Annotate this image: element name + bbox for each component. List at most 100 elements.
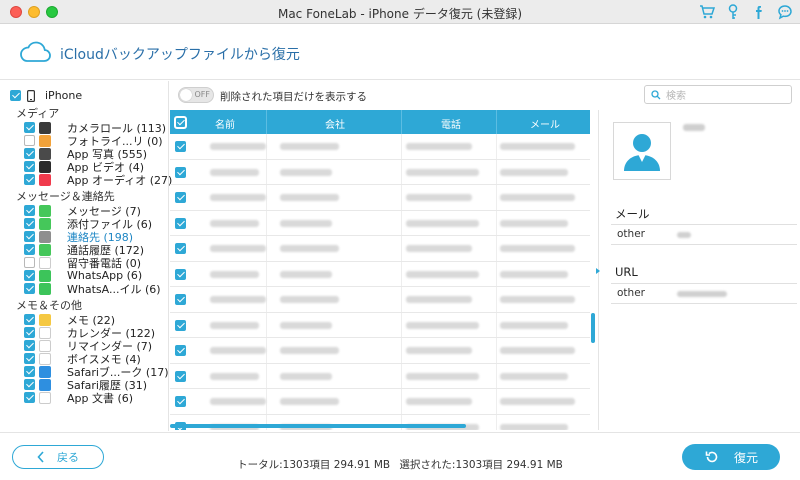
- table-row[interactable]: [170, 261, 590, 287]
- row-checkbox[interactable]: [175, 370, 186, 382]
- row-checkbox[interactable]: [175, 166, 186, 178]
- item-checkbox[interactable]: [24, 161, 35, 172]
- row-checkbox[interactable]: [175, 217, 186, 229]
- table-body: [170, 134, 590, 430]
- row-checkbox[interactable]: [175, 345, 186, 356]
- table-row[interactable]: [170, 363, 590, 389]
- column-divider: [401, 338, 402, 363]
- recover-button[interactable]: 復元: [682, 444, 780, 470]
- sidebar-item[interactable]: App オーディオ (27): [24, 173, 172, 187]
- item-checkbox[interactable]: [24, 327, 35, 338]
- row-checkbox[interactable]: [175, 192, 186, 203]
- column-divider: [496, 389, 497, 414]
- item-checkbox[interactable]: [24, 218, 35, 229]
- sidebar-item[interactable]: App 文書 (6): [24, 391, 133, 405]
- column-divider: [266, 159, 267, 184]
- item-checkbox[interactable]: [24, 340, 35, 351]
- redacted-cell: [210, 168, 259, 176]
- item-checkbox[interactable]: [24, 366, 35, 377]
- app-photo-icon: [39, 147, 51, 160]
- chat-icon[interactable]: [776, 3, 794, 21]
- item-checkbox[interactable]: [24, 205, 35, 216]
- url-type: other: [617, 287, 645, 299]
- column-divider: [496, 414, 497, 430]
- redacted-cell: [500, 347, 575, 354]
- app-doc-icon: [39, 391, 51, 404]
- column-company[interactable]: 会社: [310, 116, 360, 131]
- column-name[interactable]: 名前: [200, 116, 250, 131]
- search-input[interactable]: 検索: [644, 85, 792, 104]
- deleted-only-toggle[interactable]: OFF: [178, 87, 214, 103]
- category-title: メディア: [16, 107, 60, 120]
- cart-icon[interactable]: [698, 3, 716, 21]
- row-checkbox[interactable]: [175, 294, 186, 305]
- item-checkbox[interactable]: [24, 379, 35, 390]
- key-icon[interactable]: [724, 3, 742, 21]
- row-checkbox[interactable]: [175, 319, 186, 331]
- column-divider: [401, 185, 402, 210]
- column-divider: [266, 236, 267, 261]
- item-checkbox[interactable]: [24, 283, 35, 294]
- column-phone[interactable]: 電話: [426, 116, 476, 131]
- column-divider: [496, 287, 497, 312]
- table-row[interactable]: [170, 185, 590, 211]
- photos-icon: [39, 134, 51, 147]
- table-row[interactable]: [170, 159, 590, 185]
- item-checkbox[interactable]: [24, 135, 35, 146]
- page-header: iCloudバックアップファイルから復元: [0, 24, 800, 80]
- row-checkbox[interactable]: [175, 396, 186, 407]
- device-checkbox[interactable]: [10, 90, 21, 101]
- footer-stats: トータル:1303項目 294.91 MB 選択された:1303項目 294.9…: [0, 457, 800, 472]
- facebook-icon[interactable]: [750, 3, 768, 21]
- column-divider: [496, 159, 497, 184]
- column-mail[interactable]: メール: [520, 116, 570, 131]
- item-checkbox[interactable]: [24, 148, 35, 159]
- redacted-cell: [210, 347, 266, 354]
- column-divider: [401, 389, 402, 414]
- item-checkbox[interactable]: [24, 174, 35, 185]
- item-checkbox[interactable]: [24, 231, 35, 242]
- voicemail-icon: [39, 256, 51, 269]
- item-checkbox[interactable]: [24, 392, 35, 403]
- recover-label: 復元: [733, 450, 758, 465]
- device-row[interactable]: iPhone: [10, 89, 82, 102]
- row-checkbox[interactable]: [175, 141, 186, 152]
- column-divider: [266, 134, 267, 159]
- table-row[interactable]: [170, 312, 590, 338]
- music-icon: [39, 173, 51, 186]
- sidebar-item[interactable]: WhatsA...イル (6): [24, 282, 161, 296]
- item-checkbox[interactable]: [24, 314, 35, 325]
- mail-section-title: メール: [615, 207, 650, 221]
- table-row[interactable]: [170, 134, 590, 160]
- horizontal-scrollbar[interactable]: [170, 424, 466, 428]
- select-all-checkbox[interactable]: [175, 117, 186, 128]
- table-row[interactable]: [170, 210, 590, 236]
- sidebar-item-label: WhatsA...イル (6): [67, 282, 161, 296]
- row-checkbox[interactable]: [175, 268, 186, 280]
- bookmark-icon: [39, 365, 51, 378]
- column-divider: [266, 185, 267, 210]
- item-checkbox[interactable]: [24, 353, 35, 364]
- table-row[interactable]: [170, 389, 590, 415]
- redacted-cell: [210, 270, 259, 278]
- item-checkbox[interactable]: [24, 270, 35, 281]
- table-row[interactable]: [170, 338, 590, 364]
- item-checkbox[interactable]: [24, 122, 35, 133]
- table-row[interactable]: [170, 287, 590, 313]
- item-checkbox[interactable]: [24, 257, 35, 268]
- search-placeholder: 検索: [666, 91, 686, 102]
- redacted-cell: [500, 423, 568, 430]
- column-divider: [496, 236, 497, 261]
- row-checkbox[interactable]: [175, 243, 186, 254]
- page-title: iCloudバックアップファイルから復元: [60, 47, 300, 63]
- column-divider: [266, 389, 267, 414]
- column-divider: [401, 363, 402, 388]
- redacted-cell: [406, 194, 472, 201]
- column-divider: [401, 210, 402, 235]
- sidebar-item[interactable]: 留守番電話 (0): [24, 256, 141, 270]
- vertical-scrollbar[interactable]: [591, 313, 595, 343]
- item-checkbox[interactable]: [24, 244, 35, 255]
- column-divider: [496, 363, 497, 388]
- redacted-cell: [406, 219, 479, 227]
- table-row[interactable]: [170, 236, 590, 262]
